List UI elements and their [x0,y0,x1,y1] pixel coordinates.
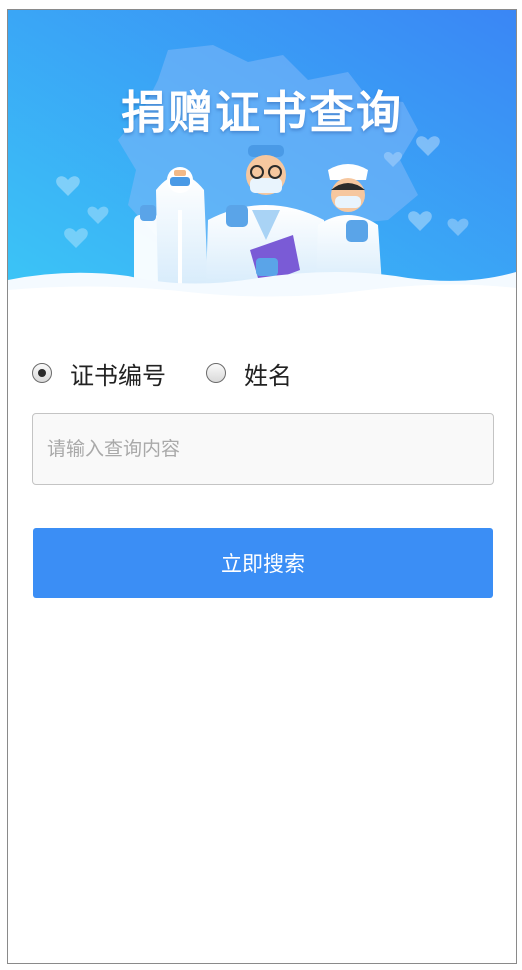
banner-title: 捐赠证书查询 [120,86,403,139]
radio-checked-icon[interactable] [32,363,52,383]
medical-workers-illustration [8,10,516,300]
radio-label-certificate-number: 证书编号 [70,361,166,390]
page-frame: 捐赠证书查询 证书编号 姓名 立即搜索 [7,9,517,964]
radio-name[interactable]: 姓名 [206,356,292,391]
banner: 捐赠证书查询 [8,10,516,300]
radio-label-name: 姓名 [244,361,292,390]
radio-certificate-number[interactable]: 证书编号 [32,356,166,391]
query-input[interactable] [32,413,494,485]
search-button[interactable]: 立即搜索 [33,528,493,598]
search-type-radio-group: 证书编号 姓名 [32,355,292,391]
radio-unchecked-icon[interactable] [206,363,226,383]
